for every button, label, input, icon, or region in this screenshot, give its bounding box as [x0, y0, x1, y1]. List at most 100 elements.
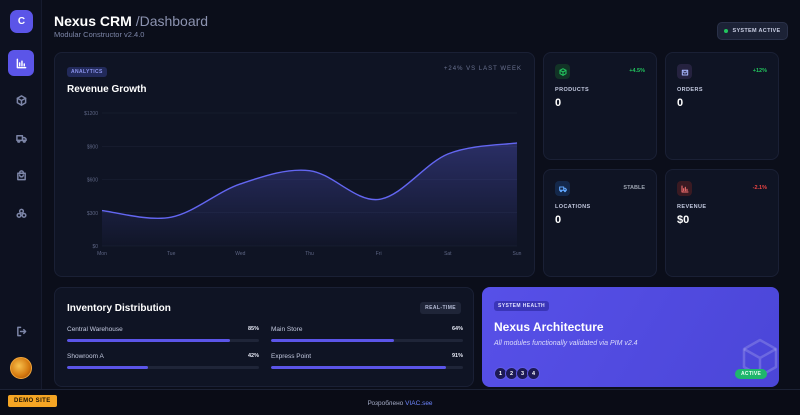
shopping-bag-icon	[16, 169, 26, 180]
stat-badge: +12%	[752, 68, 767, 74]
stat-value: 0	[555, 97, 562, 109]
health-title: Nexus Architecture	[494, 320, 604, 334]
inventory-item: Express Point 91%	[271, 353, 463, 369]
health-subtitle: All modules functionally validated via P…	[494, 340, 638, 347]
stat-label: PRODUCTS	[555, 87, 590, 93]
data-point	[516, 142, 518, 144]
stat-value: 0	[677, 97, 684, 109]
inventory-title: Inventory Distribution	[67, 303, 171, 314]
y-tick-label: $600	[87, 178, 98, 184]
progress-fill	[271, 366, 446, 369]
footer-credit: Розроблено VIAC.see	[0, 400, 800, 407]
bar-chart-icon	[16, 58, 26, 68]
inventory-name: Showroom A	[67, 353, 104, 360]
stat-icon-box	[555, 181, 570, 196]
stat-icon-box	[677, 181, 692, 196]
data-point	[378, 199, 380, 201]
inventory-name: Central Warehouse	[67, 326, 123, 333]
nav-network[interactable]	[8, 200, 34, 226]
realtime-tag: REAL-TIME	[420, 302, 461, 314]
inventory-pct: 42%	[247, 353, 259, 359]
y-tick-label: $1200	[84, 111, 98, 117]
x-tick-label: Mon	[97, 251, 107, 257]
stat-label: REVENUE	[677, 204, 707, 210]
inventory-card: Inventory Distribution REAL-TIME Central…	[54, 287, 474, 387]
progress-track	[271, 366, 463, 369]
progress-fill	[67, 339, 231, 342]
x-tick-label: Thu	[305, 251, 314, 257]
network-icon	[15, 208, 27, 218]
data-point	[170, 216, 172, 218]
stat-value: 0	[555, 214, 562, 226]
x-tick-label: Tue	[167, 251, 176, 257]
y-tick-label: $0	[92, 244, 98, 250]
inventory-item: Showroom A 42%	[67, 353, 259, 369]
app-logo[interactable]: C	[10, 10, 33, 33]
bag-icon	[681, 69, 688, 76]
box-icon	[16, 94, 26, 106]
system-health-tag: SYSTEM HEALTH	[494, 301, 550, 311]
data-point	[101, 210, 103, 212]
stat-card-revenue: -2.1% REVENUE $0	[665, 169, 779, 277]
nav-orders[interactable]	[8, 162, 34, 188]
progress-track	[67, 366, 259, 369]
revenue-card: ANALYTICS Revenue Growth +24% VS LAST WE…	[54, 52, 535, 277]
page-title: Nexus CRM /Dashboard	[54, 13, 208, 29]
credit-text: Розроблено	[367, 400, 406, 407]
data-point	[309, 170, 311, 172]
stat-label: LOCATIONS	[555, 204, 591, 210]
avatar[interactable]	[10, 357, 32, 379]
progress-track	[67, 339, 259, 342]
nav-products[interactable]	[8, 87, 34, 113]
module-list: 1 2 3 4	[494, 367, 540, 380]
y-tick-label: $900	[87, 144, 98, 150]
app-name: Nexus CRM	[54, 13, 132, 29]
status-dot-icon	[724, 29, 729, 33]
x-tick-label: Sun	[513, 251, 522, 257]
inventory-item: Main Store 64%	[271, 326, 463, 342]
credit-link[interactable]: VIAC.see	[405, 400, 432, 407]
x-tick-label: Wed	[235, 251, 245, 257]
bar-chart-icon	[680, 184, 689, 193]
cube-icon	[558, 67, 567, 76]
section-name: /Dashboard	[135, 13, 209, 29]
stat-card-products: +4.5% PRODUCTS 0	[543, 52, 657, 160]
nav-logistics[interactable]	[8, 125, 34, 151]
stat-value: $0	[677, 214, 690, 226]
progress-fill	[67, 366, 148, 369]
stat-card-locations: STABLE LOCATIONS 0	[543, 169, 657, 277]
progress-fill	[271, 339, 394, 342]
stat-badge: +4.5%	[629, 68, 645, 74]
x-tick-label: Fri	[376, 251, 382, 257]
stat-label: ORDERS	[677, 87, 703, 93]
progress-track	[271, 339, 463, 342]
y-tick-label: $300	[87, 211, 98, 217]
stat-card-orders: +12% ORDERS 0	[665, 52, 779, 160]
module-badge[interactable]: 4	[527, 367, 540, 380]
inventory-name: Express Point	[271, 353, 312, 360]
inventory-pct: 64%	[451, 326, 463, 332]
inventory-pct: 91%	[451, 353, 463, 359]
logout-icon	[16, 326, 26, 336]
truck-icon	[558, 185, 567, 192]
truck-icon	[15, 134, 27, 143]
inventory-name: Main Store	[271, 326, 303, 333]
active-status-badge: ACTIVE	[735, 369, 768, 379]
data-point	[447, 153, 449, 155]
system-health-card: SYSTEM HEALTH Nexus Architecture All mod…	[482, 287, 779, 387]
system-status-button[interactable]: SYSTEM ACTIVE	[717, 22, 788, 40]
inventory-item: Central Warehouse 85%	[67, 326, 259, 342]
revenue-area	[102, 142, 517, 246]
app-version: Modular Constructor v2.4.0	[54, 30, 145, 39]
stat-icon-box	[677, 64, 692, 79]
logout-button[interactable]	[8, 318, 34, 344]
nav-analytics[interactable]	[8, 50, 34, 76]
sidebar: C	[0, 0, 42, 389]
x-tick-label: Sat	[444, 251, 452, 257]
stat-badge: STABLE	[623, 185, 645, 191]
revenue-chart: $0 $300 $600 $900 $1200 Mon Tue Wed Thu Fri Sat Sun	[84, 111, 522, 257]
data-point	[240, 183, 242, 185]
inventory-pct: 85%	[247, 326, 259, 332]
stat-icon-box	[555, 64, 570, 79]
stat-badge: -2.1%	[752, 185, 767, 191]
